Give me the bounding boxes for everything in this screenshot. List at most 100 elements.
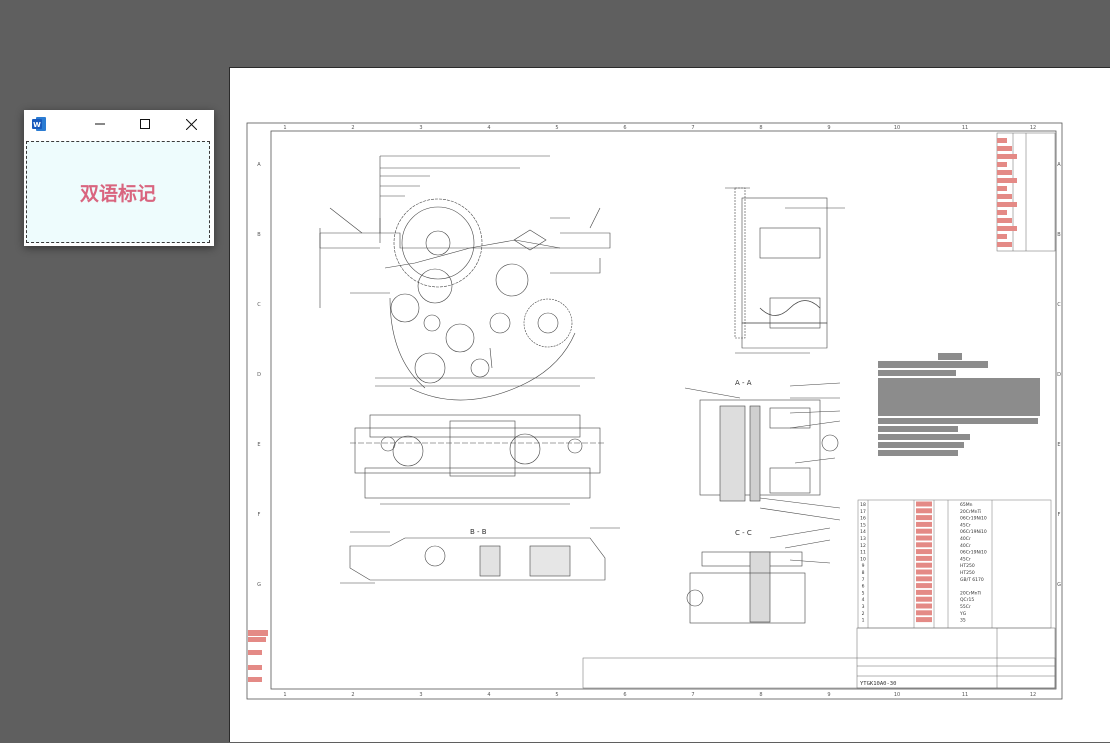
svg-text:W: W [33, 121, 41, 129]
part-number: 10 [860, 556, 866, 562]
part-material: 55Cr [960, 604, 971, 610]
part-material: 06Cr19Ni10 [960, 529, 987, 535]
part-name-translation-box [916, 542, 932, 548]
column-label: 3 [419, 125, 422, 131]
column-label: 10 [894, 692, 900, 698]
part-number: 1 [862, 618, 865, 624]
translation-box [997, 218, 1012, 223]
column-label: 7 [691, 692, 694, 698]
part-number: 2 [862, 611, 865, 617]
bb-section-title: B - B [470, 528, 487, 536]
column-label: 7 [691, 125, 694, 131]
translation-box [997, 226, 1017, 231]
word-icon: W [31, 116, 47, 132]
part-name-translation-box [916, 610, 932, 616]
column-label: 5 [555, 125, 558, 131]
translation-box [997, 138, 1007, 143]
part-name-translation-box [916, 596, 932, 602]
column-labels-top: 1 2 3 4 5 6 7 8 9 10 11 12 [283, 125, 1036, 131]
row-label: A [257, 162, 261, 168]
row-label: F [258, 512, 261, 518]
bilingual-label-text: 双语标记 [79, 182, 156, 205]
top-view [350, 377, 605, 505]
part-number: 14 [860, 529, 866, 535]
translation-box [997, 178, 1017, 183]
column-label: 9 [827, 125, 830, 131]
part-name-translation-box [916, 515, 932, 521]
part-name-translation-box [916, 501, 932, 507]
parts-list-rows: 18 65Mn17 20CrMnTi16 06Cr19Ni1015 45Cr14 06Cr… [860, 501, 987, 624]
row-labels-right: A B C D E F G [1057, 162, 1061, 588]
row-label: C [257, 302, 261, 308]
engineering-drawing: 1 2 3 4 5 6 7 8 9 10 11 12 1 2 3 4 5 6 7 8 9 10 11 12 ABCDEFG … [246, 122, 1063, 700]
column-label: 3 [419, 692, 422, 698]
part-material: 06Cr19Ni10 [960, 516, 987, 522]
part-name-translation-box [916, 535, 932, 541]
part-number: 13 [860, 536, 866, 542]
section-view-bb [340, 527, 620, 584]
title-bar[interactable]: W [24, 110, 214, 138]
side-view [725, 187, 845, 354]
column-label: 6 [623, 125, 626, 131]
part-material: 40Cr [960, 543, 971, 549]
part-name-translation-box [916, 528, 932, 534]
row-label: D [1057, 372, 1061, 378]
close-button[interactable] [169, 110, 213, 138]
part-material: 65Mn [960, 502, 973, 508]
translation-box [997, 202, 1017, 207]
bilingual-label-panel[interactable]: 双语标记 [26, 141, 210, 243]
part-material: 06Cr19Ni10 [960, 550, 987, 556]
row-labels-left: A B C D E F G [257, 162, 261, 588]
part-name-translation-box [916, 583, 932, 589]
part-name-translation-box [916, 549, 932, 555]
parts-list-table [857, 499, 1052, 629]
translation-box [997, 162, 1007, 167]
part-name-translation-box [916, 562, 932, 568]
front-view [319, 155, 611, 401]
column-label: 1 [283, 692, 286, 698]
part-material: 20CrMnTi [960, 509, 981, 515]
row-label: B [1057, 232, 1061, 238]
part-name-translation-box [916, 569, 932, 575]
row-label: G [1057, 582, 1061, 588]
part-name-translation-box [916, 508, 932, 514]
column-label: 6 [623, 692, 626, 698]
translation-box [997, 146, 1012, 151]
part-material: 20CrMnTi [960, 590, 981, 596]
maximize-button[interactable] [123, 110, 167, 138]
document-page: 1 2 3 4 5 6 7 8 9 10 11 12 1 2 3 4 5 6 7 8 9 10 11 12 ABCDEFG … [229, 67, 1110, 742]
floating-word-window[interactable]: W 双语标记 [24, 110, 214, 246]
section-view-aa [684, 382, 841, 521]
column-label: 11 [962, 125, 968, 131]
part-number: 6 [862, 584, 865, 590]
minimize-button[interactable] [78, 110, 122, 138]
part-number: 4 [862, 597, 865, 603]
column-label: 8 [759, 692, 762, 698]
part-number: 12 [860, 543, 866, 549]
row-label: G [257, 582, 261, 588]
technical-notes [878, 353, 1040, 456]
column-label: 9 [827, 692, 830, 698]
row-label: F [1058, 512, 1061, 518]
row-label: E [1057, 442, 1060, 448]
part-material: HT250 [960, 563, 975, 569]
translation-box [997, 170, 1012, 175]
part-name-translation-box [916, 521, 932, 527]
column-label: 11 [962, 692, 968, 698]
part-number: 9 [862, 563, 865, 569]
part-material: QCr15 [960, 597, 974, 603]
part-number: 17 [860, 509, 866, 515]
column-label: 12 [1030, 125, 1036, 131]
part-number: 5 [862, 590, 865, 596]
cc-section-title: C - C [735, 529, 752, 537]
close-icon [185, 118, 197, 130]
row-label: B [257, 232, 261, 238]
column-labels-bottom: 1 2 3 4 5 6 7 8 9 10 11 12 [283, 692, 1036, 698]
part-name-translation-box [916, 576, 932, 582]
translation-box [997, 154, 1017, 159]
part-number: 15 [860, 522, 866, 528]
aa-section-title: A - A [735, 379, 752, 387]
part-number: 16 [860, 516, 866, 522]
row-label: C [1057, 302, 1061, 308]
part-number: 18 [860, 502, 866, 508]
